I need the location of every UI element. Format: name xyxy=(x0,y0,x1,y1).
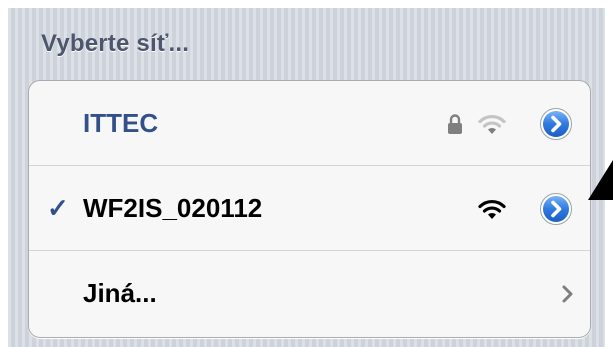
settings-panel: Vyberte síť... ITTEC ✓ WF2IS_020112 Jiná… xyxy=(8,8,605,347)
detail-disclosure-icon[interactable] xyxy=(539,107,573,141)
section-header: Vyberte síť... xyxy=(41,30,190,57)
network-row-ittec[interactable]: ITTEC xyxy=(29,81,590,166)
wifi-icon xyxy=(478,114,506,134)
other-network-label: Jiná... xyxy=(83,278,157,308)
checkmark-icon: ✓ xyxy=(47,193,69,223)
network-name: ITTEC xyxy=(83,108,159,138)
pointer-arrow xyxy=(588,160,613,200)
network-list: ITTEC ✓ WF2IS_020112 Jiná... xyxy=(28,80,591,338)
chevron-right-icon xyxy=(562,285,573,303)
network-row-wf2is[interactable]: ✓ WF2IS_020112 xyxy=(29,166,590,251)
detail-disclosure-icon[interactable] xyxy=(539,192,573,226)
lock-icon xyxy=(448,114,462,134)
other-network-row[interactable]: Jiná... xyxy=(29,251,590,337)
network-name: WF2IS_020112 xyxy=(83,193,263,223)
wifi-icon xyxy=(478,199,506,219)
